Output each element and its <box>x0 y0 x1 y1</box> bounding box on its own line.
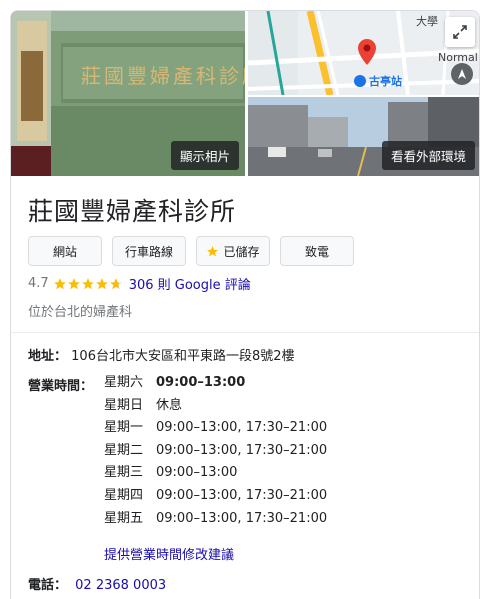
action-buttons: 網站 行車路線 已儲存 致電 <box>28 236 354 266</box>
star-icon <box>67 277 80 289</box>
expand-icon <box>453 25 467 39</box>
street-view-label[interactable]: 看看外部環境 <box>381 141 475 170</box>
hours-row: 星期四 09:00–13:00, 17:30–21:00 <box>104 487 328 503</box>
show-photos-label[interactable]: 顯示相片 <box>170 141 239 170</box>
map-thumbnail[interactable]: 大學 Normal 古亭站 <box>248 11 479 95</box>
half-star-icon <box>109 277 122 289</box>
saved-button[interactable]: 已儲存 <box>196 236 270 266</box>
rating-row: 4.7 306 則 Google 評論 <box>28 274 251 293</box>
phone-number-link[interactable]: 02 2368 0003 <box>75 578 166 593</box>
star-icon <box>53 277 66 289</box>
phone-row: 電話： 02 2368 0003 <box>28 574 166 593</box>
directions-button[interactable]: 行車路線 <box>112 236 186 266</box>
map-place-label: 大學 <box>416 15 438 28</box>
hours-row: 星期五 09:00–13:00, 17:30–21:00 <box>104 510 328 526</box>
rating-number: 4.7 <box>28 276 49 291</box>
map-station-label: 古亭站 <box>354 73 402 89</box>
expand-map-button[interactable] <box>445 17 475 47</box>
call-button[interactable]: 致電 <box>280 236 354 266</box>
main-photo[interactable]: 莊國豐婦產科診所 顯示相片 <box>11 11 245 176</box>
star-icon <box>81 277 94 289</box>
star-icon <box>95 277 108 289</box>
hours-row: 星期六 09:00–13:00 <box>104 375 246 390</box>
metro-icon <box>354 75 366 87</box>
hours-table: 星期六 09:00–13:00 星期日 休息 星期一 09:00–13:00, … <box>104 375 327 533</box>
phone-label: 電話： <box>28 578 68 593</box>
rating-stars <box>53 277 123 291</box>
hours-row: 星期二 09:00–13:00, 17:30–21:00 <box>104 442 328 458</box>
star-icon <box>207 245 219 256</box>
location-pin-icon <box>358 39 376 69</box>
street-view-thumbnail[interactable]: 看看外部環境 <box>248 97 479 176</box>
place-category: 位於台北的婦產科 <box>28 305 133 320</box>
hours-label: 營業時間： <box>28 379 94 394</box>
knowledge-panel: 莊國豐婦產科診所 顯示相片 大學 Normal 古亭站 <box>10 10 480 599</box>
divider <box>11 332 479 333</box>
website-button[interactable]: 網站 <box>28 236 102 266</box>
address-value: 106台北市大安區和平東路一段8號2樓 <box>71 349 295 364</box>
address-row: 地址： 106台北市大安區和平東路一段8號2樓 <box>28 345 295 364</box>
hours-row: 星期一 09:00–13:00, 17:30–21:00 <box>104 420 328 436</box>
directions-nav-icon <box>451 63 473 85</box>
hours-row: 星期日 休息 <box>104 397 183 413</box>
suggest-hours-link[interactable]: 提供營業時間修改建議 <box>104 544 234 563</box>
hours-row: 星期三 09:00–13:00 <box>104 465 238 481</box>
address-label: 地址： <box>28 349 68 364</box>
reviews-link[interactable]: 306 則 Google 評論 <box>129 274 251 293</box>
wall-sign-text: 莊國豐婦產科診所 <box>81 64 245 88</box>
map-place-label-normal: Normal <box>438 51 478 64</box>
place-title: 莊國豐婦產科診所 <box>28 197 237 226</box>
